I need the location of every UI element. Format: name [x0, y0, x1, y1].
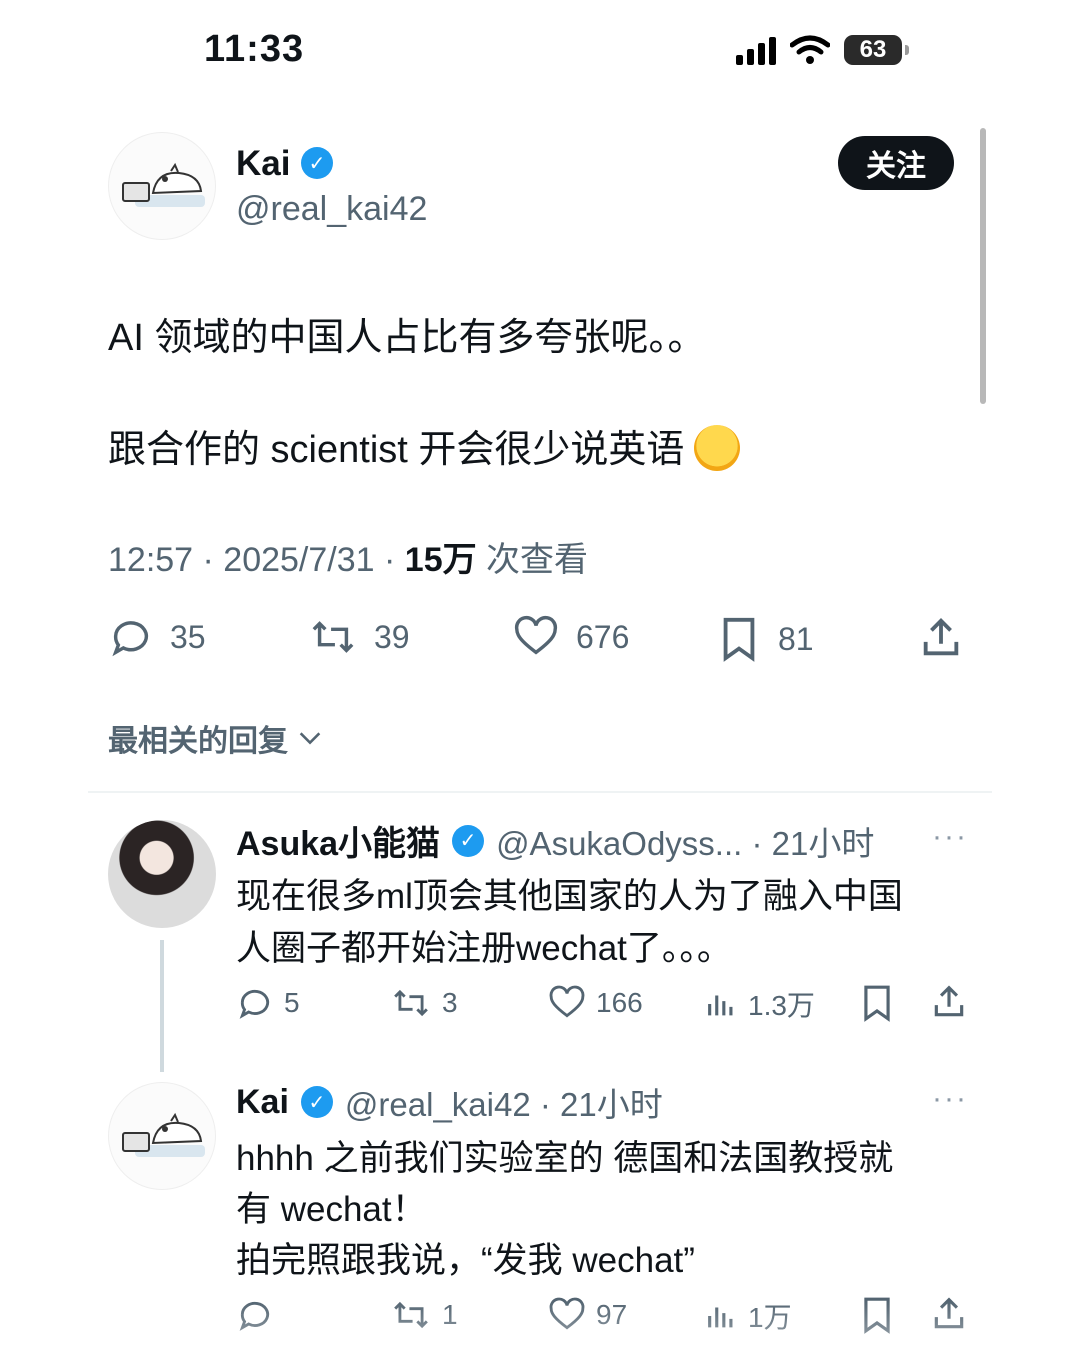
share-icon: [934, 985, 964, 1017]
retweet-button[interactable]: 39: [308, 614, 410, 660]
reply-handle-time[interactable]: @real_kai42 · 21小时: [345, 1078, 663, 1126]
retweet-icon: [312, 621, 354, 653]
reply-avatar[interactable]: [108, 820, 216, 928]
bookmark-icon: [864, 985, 890, 1022]
chevron-down-icon: [299, 732, 321, 745]
view-label: 次查看: [476, 541, 589, 579]
like-count: 166: [596, 987, 643, 1018]
tweet-detail-screen: 11:33 63 Kai ✓ @real_kai42 关注 AI 领域的中国人占…: [0, 0, 1080, 1367]
reply-handle-time[interactable]: @AsukaOdyss... · 21小时: [496, 817, 874, 865]
tweet-meta: 12:57 · 2025/7/31 · 15万 次查看: [108, 532, 588, 581]
retweet-button[interactable]: 3: [390, 984, 458, 1022]
reply-button[interactable]: 5: [236, 984, 300, 1022]
reply-count: 35: [170, 618, 206, 655]
reply-count: 5: [284, 987, 300, 1018]
reply-avatar[interactable]: [108, 1082, 216, 1190]
wifi-icon: [790, 35, 830, 64]
verified-icon: ✓: [301, 147, 333, 179]
retweet-count: 3: [442, 987, 458, 1018]
author-name[interactable]: Kai: [236, 144, 290, 184]
like-icon: [549, 985, 585, 1018]
view-count: 15万: [404, 541, 477, 579]
replies-sort-label: 最相关的回复: [108, 725, 288, 758]
reply-text-line-1: 现在很多ml顶会其他国家的人为了融入中国: [236, 877, 903, 916]
retweet-count: 39: [374, 618, 410, 655]
tweet-timestamp: 12:57 · 2025/7/31 ·: [108, 541, 405, 579]
reply-text-line-3: 拍完照跟我说，“发我 wechat”: [236, 1241, 695, 1280]
rofl-emoji-icon: [694, 424, 741, 471]
bookmark-count: 81: [778, 620, 814, 657]
reply-icon: [112, 621, 149, 657]
follow-button[interactable]: 关注: [838, 136, 954, 190]
status-time: 11:33: [204, 28, 305, 70]
like-button[interactable]: 676: [512, 614, 629, 660]
reply-author-name[interactable]: Kai: [236, 1083, 289, 1122]
scrollbar[interactable]: [980, 128, 986, 404]
tweet-text-line-1: AI 领域的中国人占比有多夸张呢。。: [108, 317, 706, 359]
tweet-text-line-2-text: 跟合作的 scientist 开会很少说英语: [108, 429, 685, 471]
bookmark-icon: [723, 617, 755, 662]
replies-sort-dropdown[interactable]: 最相关的回复: [108, 716, 324, 760]
author-avatar[interactable]: [108, 132, 216, 240]
more-options-icon[interactable]: ···: [932, 820, 968, 854]
reply-button[interactable]: 35: [108, 614, 206, 660]
cat-laptop-icon: [122, 1112, 205, 1157]
verified-icon: ✓: [452, 824, 485, 857]
reply-author-name[interactable]: Asuka小能猫: [236, 816, 440, 865]
reply-header: Kai ✓ @real_kai42 · 21小时: [236, 1078, 663, 1126]
reply-text-line-2: 人圈子都开始注册wechat了。。。: [236, 929, 732, 968]
battery-level: 63: [859, 36, 887, 63]
like-button[interactable]: 166: [548, 984, 643, 1022]
share-icon: [923, 618, 959, 656]
cat-laptop-icon: [122, 162, 205, 207]
like-icon: [514, 615, 558, 655]
share-button[interactable]: [930, 982, 968, 1022]
reply-text-line-1: hhhh 之前我们实验室的 德国和法国教授就: [236, 1139, 894, 1178]
battery-icon: 63: [844, 35, 909, 65]
share-button[interactable]: [918, 614, 964, 662]
reply-text-line-2: 有 wechat！: [236, 1190, 427, 1229]
tweet-text-line-2: 跟合作的 scientist 开会很少说英语: [108, 418, 741, 475]
bookmark-button[interactable]: [858, 982, 896, 1024]
reply-icon: [239, 989, 270, 1019]
signal-icon: [736, 35, 776, 65]
like-count: 676: [576, 618, 630, 655]
reply-header: Asuka小能猫 ✓ @AsukaOdyss... · 21小时: [236, 816, 874, 865]
verified-icon: ✓: [300, 1086, 333, 1118]
views-button[interactable]: 1.3万: [704, 984, 815, 1024]
thread-line: [160, 940, 164, 1072]
author-handle[interactable]: @real_kai42: [236, 190, 427, 229]
bookmark-button[interactable]: 81: [716, 614, 814, 664]
divider: [88, 791, 992, 793]
more-options-icon[interactable]: ···: [932, 1082, 968, 1116]
views-icon: [708, 995, 733, 1016]
retweet-icon: [394, 989, 428, 1017]
views-count: 1.3万: [748, 990, 815, 1021]
status-icons: 63: [736, 32, 909, 68]
bottom-fade: [0, 1300, 1080, 1367]
